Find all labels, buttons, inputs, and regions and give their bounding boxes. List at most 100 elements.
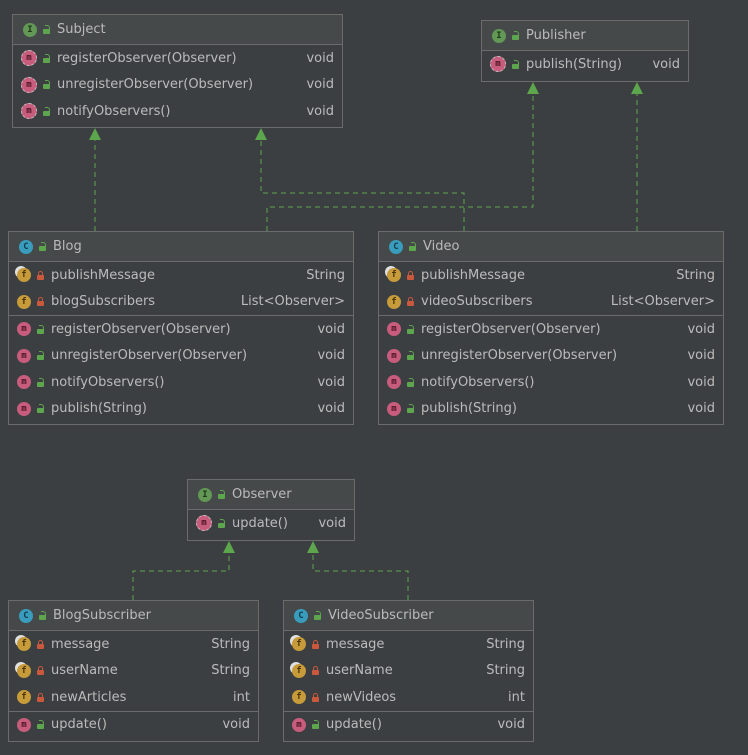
method-icon: m xyxy=(292,717,306,732)
public-visibility-icon xyxy=(217,490,226,499)
video-method-row[interactable]: m notifyObservers() void xyxy=(379,369,723,396)
blog-class-box[interactable]: C Blog f publishMessage String f blogSub… xyxy=(8,231,354,425)
publisher-interface-box[interactable]: I Publisher m publish(String) void xyxy=(481,20,689,82)
public-visibility-icon xyxy=(38,611,47,620)
public-visibility-icon xyxy=(36,404,45,414)
method-return-type: void xyxy=(222,717,250,733)
videosubscriber-field-row[interactable]: f message String xyxy=(284,631,533,658)
interface-icon: I xyxy=(198,487,212,502)
videosubscriber-class-box[interactable]: C VideoSubscriber f message String f use… xyxy=(283,600,534,742)
blogsubscriber-method-row[interactable]: m update() void xyxy=(9,712,258,739)
method-return-type: void xyxy=(306,103,334,119)
video-class-box[interactable]: C Video f publishMessage String f videoS… xyxy=(378,231,724,425)
video-method-row[interactable]: m unregisterObserver(Observer) void xyxy=(379,343,723,370)
method-icon: m xyxy=(21,103,37,120)
class-icon: C xyxy=(19,239,33,254)
blogsubscriber-class-box[interactable]: C BlogSubscriber f message String f user… xyxy=(8,600,259,742)
field-name: newVideos xyxy=(326,689,397,705)
video-method-row[interactable]: m registerObserver(Observer) void xyxy=(379,316,723,343)
subject-method-row[interactable]: m notifyObservers() void xyxy=(13,98,342,125)
blog-method-row[interactable]: m unregisterObserver(Observer) void xyxy=(9,343,353,370)
private-visibility-icon xyxy=(36,297,45,307)
video-method-row[interactable]: m publish(String) void xyxy=(379,396,723,423)
field-icon: f xyxy=(387,294,401,309)
method-icon: m xyxy=(387,322,401,337)
method-name: registerObserver(Observer) xyxy=(421,321,601,337)
method-icon: m xyxy=(21,76,37,93)
method-icon: m xyxy=(17,322,31,337)
public-visibility-icon xyxy=(42,25,51,34)
private-visibility-icon xyxy=(406,270,415,280)
publisher-method-row[interactable]: m publish(String) void xyxy=(482,51,688,78)
observer-arrowhead-left xyxy=(223,541,235,553)
method-icon: m xyxy=(196,515,212,532)
field-icon: f xyxy=(17,663,31,678)
observer-interface-box[interactable]: I Observer m update() void xyxy=(187,479,355,541)
blogsubscriber-name: BlogSubscriber xyxy=(53,608,151,623)
method-name: unregisterObserver(Observer) xyxy=(51,348,248,364)
field-name: newArticles xyxy=(51,689,127,705)
video-field-row[interactable]: f videoSubscribers List<Observer> xyxy=(379,289,723,316)
method-return-type: void xyxy=(687,348,715,364)
videosubscriber-method-row[interactable]: m update() void xyxy=(284,712,533,739)
blogsubscriber-field-row[interactable]: f userName String xyxy=(9,658,258,685)
field-name: publishMessage xyxy=(421,267,525,283)
private-visibility-icon xyxy=(36,692,45,702)
subject-method-row[interactable]: m unregisterObserver(Observer) void xyxy=(13,72,342,99)
public-visibility-icon xyxy=(406,404,415,414)
method-return-type: void xyxy=(317,321,345,337)
field-name: userName xyxy=(51,663,118,679)
method-name: registerObserver(Observer) xyxy=(57,50,237,66)
public-visibility-icon xyxy=(36,377,45,387)
method-name: publish(String) xyxy=(526,56,622,72)
method-icon: m xyxy=(387,375,401,390)
private-visibility-icon xyxy=(36,666,45,676)
interface-icon: I xyxy=(23,22,37,37)
blogsubscriber-field-row[interactable]: f newArticles int xyxy=(9,684,258,711)
method-return-type: void xyxy=(687,321,715,337)
field-name: blogSubscribers xyxy=(51,294,156,310)
field-name: message xyxy=(326,636,385,652)
method-name: update() xyxy=(51,717,107,733)
blog-header: C Blog xyxy=(9,232,353,262)
method-return-type: void xyxy=(306,77,334,93)
subject-header: I Subject xyxy=(13,15,342,45)
method-icon: m xyxy=(490,56,506,73)
field-type: String xyxy=(211,663,250,679)
method-name: notifyObservers() xyxy=(421,374,535,390)
method-return-type: void xyxy=(317,374,345,390)
public-visibility-icon xyxy=(511,59,520,69)
video-name: Video xyxy=(423,239,460,254)
field-name: message xyxy=(51,636,110,652)
method-return-type: void xyxy=(652,56,680,72)
blog-method-row[interactable]: m notifyObservers() void xyxy=(9,369,353,396)
videosubscriber-field-row[interactable]: f newVideos int xyxy=(284,684,533,711)
public-visibility-icon xyxy=(38,242,47,251)
private-visibility-icon xyxy=(311,639,320,649)
blog-field-row[interactable]: f publishMessage String xyxy=(9,262,353,289)
blog-method-row[interactable]: m registerObserver(Observer) void xyxy=(9,316,353,343)
field-name: publishMessage xyxy=(51,267,155,283)
field-type: int xyxy=(508,689,525,705)
video-field-row[interactable]: f publishMessage String xyxy=(379,262,723,289)
method-icon: m xyxy=(387,348,401,363)
method-icon: m xyxy=(17,348,31,363)
public-visibility-icon xyxy=(406,351,415,361)
subject-method-row[interactable]: m registerObserver(Observer) void xyxy=(13,45,342,72)
subject-interface-box[interactable]: I Subject m registerObserver(Observer) v… xyxy=(12,14,343,128)
class-icon: C xyxy=(294,608,308,623)
method-name: publish(String) xyxy=(421,401,517,417)
method-return-type: void xyxy=(317,348,345,364)
blogsubscriber-field-row[interactable]: f message String xyxy=(9,631,258,658)
field-icon: f xyxy=(387,268,401,283)
method-name: update() xyxy=(326,717,382,733)
public-visibility-icon xyxy=(406,324,415,334)
videosubscriber-field-row[interactable]: f userName String xyxy=(284,658,533,685)
public-visibility-icon xyxy=(36,351,45,361)
field-type: List<Observer> xyxy=(610,294,715,310)
field-type: List<Observer> xyxy=(240,294,345,310)
blog-field-row[interactable]: f blogSubscribers List<Observer> xyxy=(9,289,353,316)
blog-method-row[interactable]: m publish(String) void xyxy=(9,396,353,423)
field-type: String xyxy=(306,267,345,283)
observer-method-row[interactable]: m update() void xyxy=(188,510,354,537)
